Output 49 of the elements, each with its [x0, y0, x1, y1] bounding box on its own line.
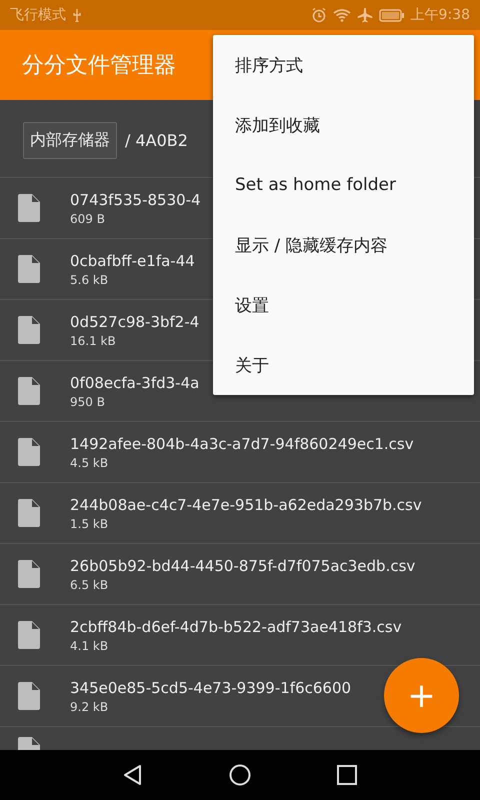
menu-item[interactable]: 关于 [213, 335, 474, 395]
home-icon [229, 764, 251, 786]
file-icon [18, 377, 40, 405]
menu-item[interactable]: 排序方式 [213, 35, 474, 95]
file-size: 1.5 kB [70, 516, 110, 530]
menu-item[interactable]: 设置 [213, 275, 474, 335]
recents-icon [336, 764, 358, 786]
back-icon [122, 764, 144, 786]
app-title: 分分文件管理器 [22, 52, 176, 80]
file-size: 4.1 kB [70, 638, 110, 652]
menu-item[interactable]: 显示 / 隐藏缓存内容 [213, 215, 474, 275]
file-icon [18, 194, 40, 222]
file-size: 9.2 kB [70, 700, 110, 714]
clock-text: 上午9:38 [410, 6, 470, 24]
file-name: 2cbff84b-d6ef-4d7b-b522-adf73ae418f3.csv [70, 618, 402, 636]
file-icon [18, 499, 40, 527]
file-icon [18, 316, 40, 344]
file-name: 1492afee-804b-4a3c-a7d7-94f860249ec1.csv [70, 434, 414, 452]
file-size: 6.5 kB [70, 578, 110, 592]
file-icon [18, 560, 40, 588]
file-icon [18, 682, 40, 710]
file-size: 5.6 kB [70, 272, 110, 286]
airplane-icon [356, 7, 373, 23]
file-icon [18, 255, 40, 283]
file-name: 0f08ecfa-3fd3-4a [70, 374, 200, 392]
file-name: 244b08ae-c4c7-4e7e-951b-a62eda293b7b.csv [70, 496, 422, 514]
carrier-text: 飞行模式 [10, 6, 66, 24]
alarm-icon [310, 7, 327, 23]
usb-icon [72, 8, 82, 22]
file-size: 609 B [70, 212, 106, 226]
file-row[interactable]: 1492afee-804b-4a3c-a7d7-94f860249ec1.csv 4.5 kB [0, 421, 480, 482]
file-name: 0743f535-8530-4 [70, 190, 201, 208]
wifi-icon [332, 8, 351, 22]
file-name: 26b05b92-bd44-4450-875f-d7f075ac3edb.csv [70, 556, 416, 574]
menu-item[interactable]: 添加到收藏 [213, 95, 474, 155]
file-icon [18, 621, 40, 649]
file-name: 0d527c98-3bf2-4 [70, 312, 200, 330]
file-size: 16.1 kB [70, 334, 117, 348]
file-row[interactable]: 244b08ae-c4c7-4e7e-951b-a62eda293b7b.csv 1.5 kB [0, 482, 480, 543]
file-icon [18, 438, 40, 466]
storage-button[interactable]: 内部存储器 [23, 122, 117, 159]
path-text: / 4A0B2 [125, 131, 188, 150]
file-row[interactable]: 26b05b92-bd44-4450-875f-d7f075ac3edb.csv 6.5 kB [0, 543, 480, 604]
menu-item[interactable]: Set as home folder [213, 155, 474, 215]
file-name: 0cbafbff-e1fa-44 [70, 252, 195, 270]
file-size: 4.5 kB [70, 456, 110, 470]
file-size: 950 B [70, 394, 106, 408]
file-name: 345e0e85-5cd5-4e73-9399-1f6c6600 [70, 678, 352, 696]
battery-icon [378, 8, 405, 22]
